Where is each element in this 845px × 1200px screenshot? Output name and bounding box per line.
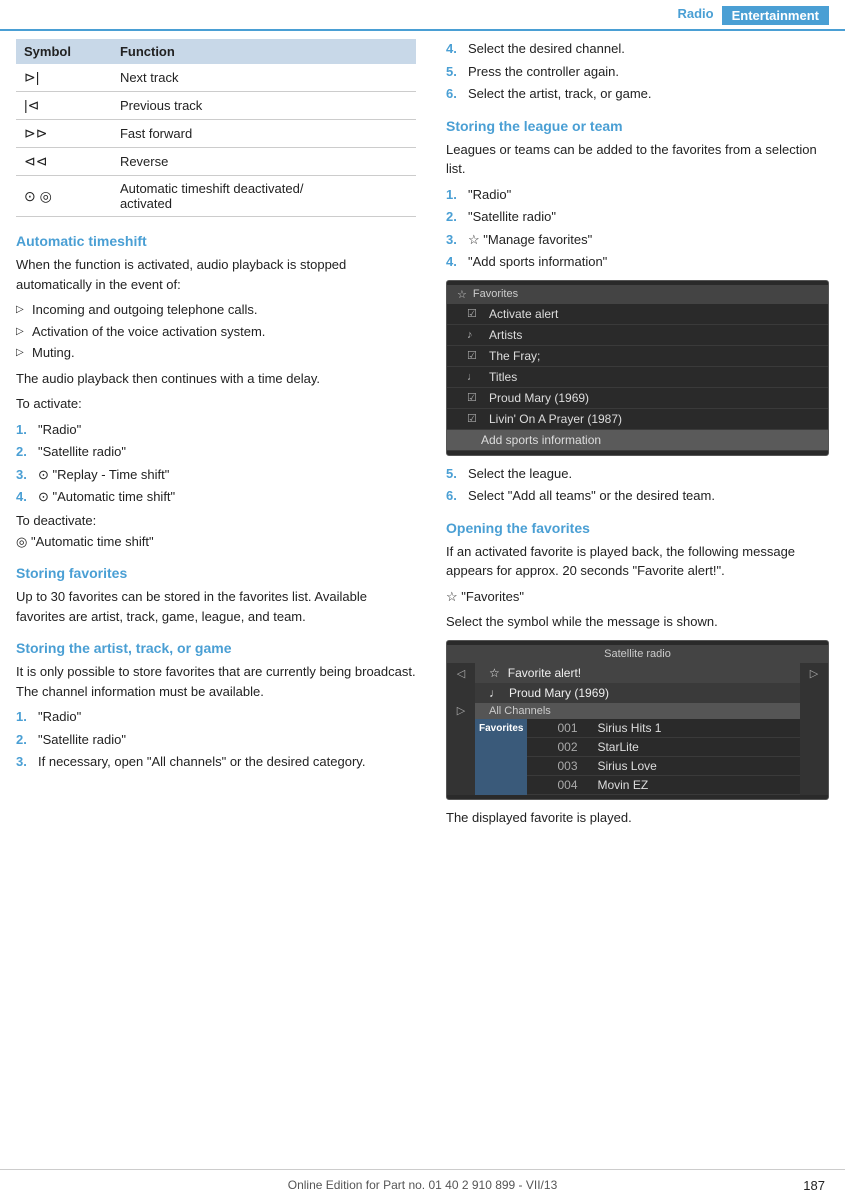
header-entertainment: Entertainment — [722, 6, 829, 25]
list-item: 2."Satellite radio" — [16, 442, 416, 462]
list-item: 2."Satellite radio" — [446, 207, 829, 227]
channel-row: 003Sirius Love — [527, 757, 800, 776]
alert-row: ☆Favorite alert! — [475, 663, 800, 683]
storing-league-title: Storing the league or team — [446, 118, 829, 134]
screenshot-rows: ☆Favorite alert! ♩Proud Mary (1969) All … — [475, 663, 800, 795]
bullet-item: Activation of the voice activation syste… — [16, 322, 416, 342]
list-item: 6.Select "Add all teams" or the desired … — [446, 486, 829, 506]
screenshot-row: ☑Proud Mary (1969) — [447, 388, 828, 409]
right-nav: ▷ — [800, 663, 828, 795]
table-row: |⊲ Previous track — [16, 92, 416, 120]
list-item: 4.Select the desired channel. — [446, 39, 829, 59]
nav-icons: ◁ ▷ — [447, 663, 475, 795]
function-timeshift: Automatic timeshift deactivated/activate… — [112, 176, 416, 217]
table-col-symbol: Symbol — [16, 39, 112, 64]
favorites-badge: Favorites — [475, 719, 527, 795]
opening-favorites-body2: Select the symbol while the message is s… — [446, 612, 829, 632]
opening-favorites-title: Opening the favorites — [446, 520, 829, 536]
list-item: 5.Select the league. — [446, 464, 829, 484]
channel-row: 004Movin EZ — [527, 776, 800, 795]
list-item: 1."Radio" — [446, 185, 829, 205]
function-next: Next track — [112, 64, 416, 92]
table-row: ⊳⊳ Fast forward — [16, 120, 416, 148]
footer-text: Online Edition for Part no. 01 40 2 910 … — [288, 1178, 558, 1192]
screenshot-icon: ☆ — [457, 288, 467, 301]
screenshot-row: ☑The Fray; — [447, 346, 828, 367]
symbol-function-table: Symbol Function ⊳| Next track |⊲ Previou… — [16, 39, 416, 217]
auto-timeshift-intro: When the function is activated, audio pl… — [16, 255, 416, 294]
screenshot-row: ☑Activate alert — [447, 304, 828, 325]
screenshot-header: ☆ Favorites — [447, 285, 828, 304]
storing-favorites-title: Storing favorites — [16, 565, 416, 581]
channel-list: 001Sirius Hits 1 002StarLite 003Sirius L… — [527, 719, 800, 795]
page-header: Radio Entertainment — [0, 0, 845, 31]
table-row: ⊙ ◎ Automatic timeshift deactivated/acti… — [16, 176, 416, 217]
function-prev: Previous track — [112, 92, 416, 120]
deactivate-step: ◎ "Automatic time shift" — [16, 532, 416, 552]
function-ff: Fast forward — [112, 120, 416, 148]
symbol-timeshift: ⊙ ◎ — [16, 176, 112, 217]
storing-artist-body: It is only possible to store favorites t… — [16, 662, 416, 701]
storing-favorites-body: Up to 30 favorites can be stored in the … — [16, 587, 416, 626]
screenshot-row: ♪Artists — [447, 325, 828, 346]
right-column: 4.Select the desired channel. 5.Press th… — [436, 39, 829, 833]
screenshot-content: ◁ ▷ ☆Favorite alert! ♩Proud Mary (1969) … — [447, 663, 828, 795]
list-item: 4."Add sports information" — [446, 252, 829, 272]
auto-timeshift-title: Automatic timeshift — [16, 233, 416, 249]
symbol-next: ⊳| — [16, 64, 112, 92]
list-item: 5.Press the controller again. — [446, 62, 829, 82]
opening-favorites-body1: If an activated favorite is played back,… — [446, 542, 829, 581]
auto-timeshift-continues: The audio playback then continues with a… — [16, 369, 416, 389]
symbol-prev: |⊲ — [16, 92, 112, 120]
screenshot-title: Favorites — [473, 288, 518, 300]
channel-row: 002StarLite — [527, 738, 800, 757]
auto-timeshift-bullets: Incoming and outgoing telephone calls. A… — [16, 300, 416, 363]
screenshot-row: ♩Titles — [447, 367, 828, 388]
channels-area: Favorites 001Sirius Hits 1 002StarLite 0… — [475, 719, 800, 795]
list-item: 2."Satellite radio" — [16, 730, 416, 750]
page-number: 187 — [803, 1178, 825, 1193]
activate-label: To activate: — [16, 394, 416, 414]
track-row: ♩Proud Mary (1969) — [475, 683, 800, 703]
deactivate-label: To deactivate: — [16, 513, 416, 528]
function-rev: Reverse — [112, 148, 416, 176]
symbol-ff: ⊳⊳ — [16, 120, 112, 148]
storing-league-body: Leagues or teams can be added to the fav… — [446, 140, 829, 179]
left-column: Symbol Function ⊳| Next track |⊲ Previou… — [16, 39, 436, 833]
favorites-screenshot: ☆ Favorites ☑Activate alert ♪Artists ☑Th… — [446, 280, 829, 456]
screenshot-header2: Satellite radio — [447, 645, 828, 663]
bullet-item: Muting. — [16, 343, 416, 363]
league-steps-cont: 5.Select the league. 6.Select "Add all t… — [446, 464, 829, 506]
list-item: 3.⊙ "Replay - Time shift" — [16, 465, 416, 485]
storing-artist-steps: 1."Radio" 2."Satellite radio" 3.If neces… — [16, 707, 416, 772]
screenshot-row-highlighted: Add sports information — [447, 430, 828, 451]
list-item: 1."Radio" — [16, 420, 416, 440]
page-footer: Online Edition for Part no. 01 40 2 910 … — [0, 1169, 845, 1200]
table-col-function: Function — [112, 39, 416, 64]
bullet-item: Incoming and outgoing telephone calls. — [16, 300, 416, 320]
screenshot-row: ☑Livin' On A Prayer (1987) — [447, 409, 828, 430]
list-item: 6.Select the artist, track, or game. — [446, 84, 829, 104]
symbol-rev: ⊲⊲ — [16, 148, 112, 176]
all-channels-header: All Channels — [475, 703, 800, 719]
header-radio: Radio — [677, 6, 713, 25]
activate-steps: 1."Radio" 2."Satellite radio" 3.⊙ "Repla… — [16, 420, 416, 507]
table-row: ⊲⊲ Reverse — [16, 148, 416, 176]
list-item: 3.☆ "Manage favorites" — [446, 230, 829, 250]
opening-favorites-step: ☆ "Favorites" — [446, 587, 829, 607]
satellite-radio-screenshot: Satellite radio ◁ ▷ ☆Favorite alert! ♩Pr… — [446, 640, 829, 800]
displayed-favorite-text: The displayed favorite is played. — [446, 808, 829, 828]
storing-league-steps: 1."Radio" 2."Satellite radio" 3.☆ "Manag… — [446, 185, 829, 272]
channel-row: 001Sirius Hits 1 — [527, 719, 800, 738]
table-row: ⊳| Next track — [16, 64, 416, 92]
storing-artist-title: Storing the artist, track, or game — [16, 640, 416, 656]
main-content: Symbol Function ⊳| Next track |⊲ Previou… — [0, 39, 845, 833]
list-item: 3.If necessary, open "All channels" or t… — [16, 752, 416, 772]
list-item: 4.⊙ "Automatic time shift" — [16, 487, 416, 507]
storing-artist-steps-cont: 4.Select the desired channel. 5.Press th… — [446, 39, 829, 104]
list-item: 1."Radio" — [16, 707, 416, 727]
